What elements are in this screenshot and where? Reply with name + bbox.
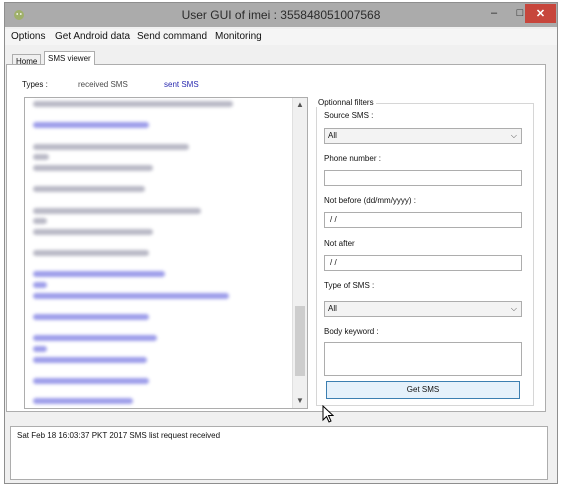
not-before-label: Not before (dd/mm/yyyy) : [324,196,417,205]
tab-sms-viewer[interactable]: SMS viewer [44,51,95,65]
menu-get-android-data[interactable]: Get Android data [55,31,130,42]
sent-sms-legend: sent SMS [164,80,199,89]
not-after-input[interactable]: / / [324,255,522,271]
sms-entry-blurred[interactable] [33,144,189,150]
types-label: Types : [22,80,48,89]
status-log: Sat Feb 18 16:03:37 PKT 2017 SMS list re… [10,426,548,480]
chevron-down-icon: ⌵ [510,304,517,313]
filters-legend: Optionnal filters [316,98,376,107]
menu-send-command[interactable]: Send command [137,31,207,42]
close-button[interactable]: ✕ [525,4,556,23]
sms-entry-blurred[interactable] [33,229,153,235]
sms-entry-blurred[interactable] [33,101,233,107]
sms-entry-blurred[interactable] [33,398,133,404]
type-of-sms-value: All [328,304,337,313]
not-after-label: Not after [324,239,355,248]
sms-entry-blurred[interactable] [33,346,47,352]
sms-entry-blurred[interactable] [33,250,149,256]
body-keyword-input[interactable] [324,342,522,376]
get-sms-button[interactable]: Get SMS [326,381,520,399]
sms-list-scrollbar[interactable]: ▲ ▼ [292,98,307,408]
type-of-sms-label: Type of SMS : [324,281,375,290]
sms-entry-blurred[interactable] [33,208,201,214]
menu-options[interactable]: Options [11,31,45,42]
minimize-button[interactable]: – [481,3,507,23]
sms-entry-blurred[interactable] [33,186,145,192]
sms-entry-blurred[interactable] [33,357,147,363]
phone-number-input[interactable] [324,170,522,186]
sms-entry-blurred[interactable] [33,314,149,320]
window-title: User GUI of imei : 355848051007568 [181,8,381,22]
sms-entry-blurred[interactable] [33,378,149,384]
source-sms-value: All [328,131,337,140]
title-bar[interactable]: User GUI of imei : 355848051007568 – □ ✕ [5,3,557,27]
received-sms-legend: received SMS [78,80,128,89]
sms-entry-blurred[interactable] [33,154,49,160]
sms-entry-blurred[interactable] [33,122,149,128]
scroll-thumb[interactable] [295,306,305,376]
not-before-input[interactable]: / / [324,212,522,228]
scroll-up-icon[interactable]: ▲ [293,98,307,112]
body-keyword-label: Body keyword : [324,327,379,336]
phone-number-label: Phone number : [324,154,381,163]
sms-entry-blurred[interactable] [33,271,165,277]
sms-entry-blurred[interactable] [33,282,47,288]
type-of-sms-select[interactable]: All ⌵ [324,301,522,317]
sms-list[interactable]: ▲ ▼ [24,97,308,409]
scroll-down-icon[interactable]: ▼ [293,394,307,408]
sms-entry-blurred[interactable] [33,293,229,299]
sms-entry-blurred[interactable] [33,165,153,171]
chevron-down-icon: ⌵ [510,131,517,140]
sms-entry-blurred[interactable] [33,218,47,224]
menu-monitoring[interactable]: Monitoring [215,31,262,42]
source-sms-select[interactable]: All ⌵ [324,128,522,144]
menu-bar: Options Get Android data Send command Mo… [5,29,557,45]
sms-entry-blurred[interactable] [33,335,157,341]
source-sms-label: Source SMS : [324,111,374,120]
mouse-cursor-icon [322,405,334,423]
